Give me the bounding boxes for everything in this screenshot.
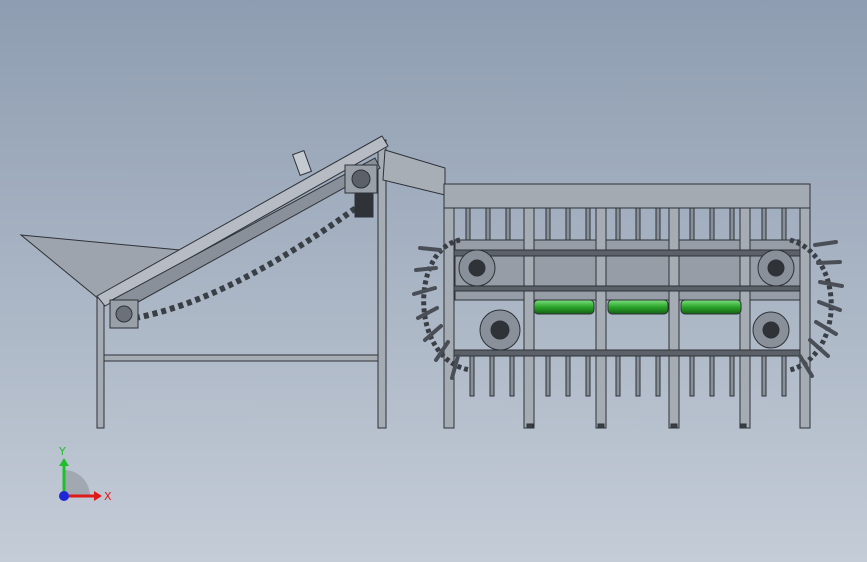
- top-cover-plate[interactable]: [443, 183, 811, 209]
- x-axis-arrowhead: [94, 491, 102, 501]
- frame-leg-left: [96, 297, 105, 429]
- cad-viewport[interactable]: Y X: [0, 0, 867, 562]
- post-4: [668, 207, 680, 429]
- frame-crossbar: [103, 354, 379, 362]
- sprocket-top-right[interactable]: [757, 249, 795, 287]
- z-axis-dot: [59, 491, 69, 501]
- conveyor-belt[interactable]: [111, 157, 381, 313]
- tail-pulley: [115, 305, 133, 323]
- green-roller-2[interactable]: [607, 299, 669, 315]
- drive-pulley: [351, 169, 371, 189]
- upper-rail: [453, 249, 801, 257]
- mid-rail: [453, 285, 801, 292]
- x-axis-label: X: [104, 490, 112, 503]
- post-3: [595, 207, 607, 429]
- post-6: [799, 207, 811, 429]
- y-axis-arrowhead: [59, 458, 69, 466]
- conveyor-frame[interactable]: [96, 135, 389, 307]
- top-tines: [465, 207, 787, 241]
- main-unit[interactable]: [412, 183, 844, 429]
- bottom-tines: [469, 355, 787, 397]
- tensioner-bracket: [291, 149, 313, 177]
- sprocket-bottom-left[interactable]: [479, 309, 521, 351]
- feed-conveyor[interactable]: [19, 135, 446, 429]
- green-roller-3[interactable]: [680, 299, 742, 315]
- cad-model-view[interactable]: Y X: [0, 0, 867, 562]
- leveling-feet: [526, 423, 747, 429]
- green-roller-1[interactable]: [533, 299, 595, 315]
- y-axis-label: Y: [58, 445, 66, 458]
- discharge-chute[interactable]: [382, 149, 446, 196]
- sprocket-top-left[interactable]: [458, 249, 496, 287]
- lower-rail: [453, 349, 801, 357]
- frame-leg-right: [377, 139, 387, 429]
- post-5: [739, 207, 751, 429]
- coordinate-triad[interactable]: Y X: [58, 445, 112, 503]
- sprocket-bottom-right[interactable]: [752, 311, 790, 349]
- motor-body: [354, 192, 374, 218]
- triad-arc: [64, 470, 90, 496]
- post-2: [523, 207, 535, 429]
